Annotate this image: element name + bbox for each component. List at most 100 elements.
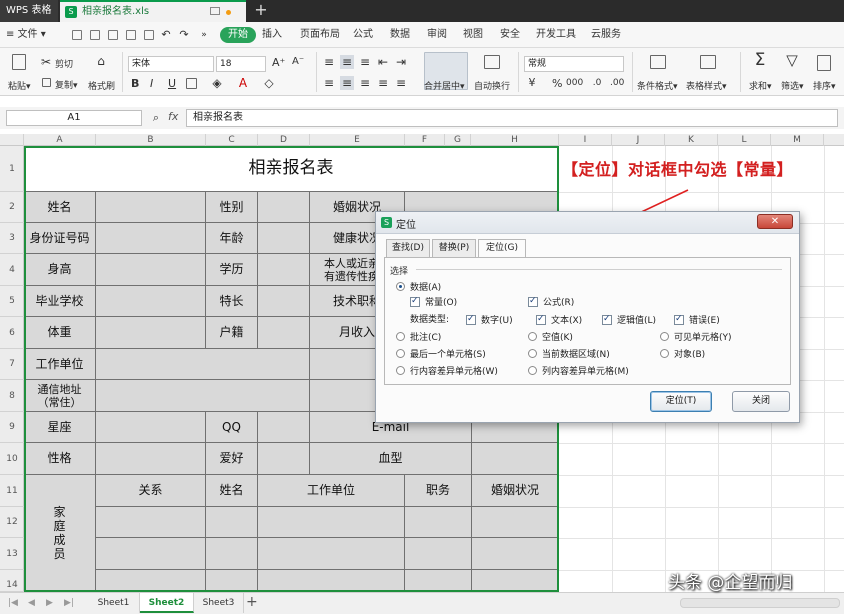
sort-icon[interactable] bbox=[817, 55, 831, 71]
input-cell[interactable] bbox=[405, 507, 472, 538]
copy-icon[interactable] bbox=[42, 78, 51, 87]
input-cell[interactable] bbox=[258, 254, 310, 286]
menu-view[interactable]: 视图 bbox=[463, 22, 483, 48]
export-icon[interactable] bbox=[108, 30, 118, 40]
label-specialty[interactable]: 特长 bbox=[206, 286, 258, 317]
label-weight[interactable]: 体重 bbox=[24, 317, 96, 349]
row-header[interactable]: 12 bbox=[0, 507, 24, 538]
conditional-format-button[interactable]: 条件格式▾ bbox=[637, 79, 678, 92]
format-painter-button[interactable]: 格式刷 bbox=[88, 79, 115, 92]
checkbox-checked-icon[interactable] bbox=[466, 314, 476, 325]
row-header[interactable]: 11 bbox=[0, 475, 24, 507]
decimal-increase-icon[interactable]: .0 bbox=[590, 76, 604, 90]
column-header[interactable]: A bbox=[24, 134, 96, 146]
formula-input[interactable]: 相亲报名表 bbox=[186, 109, 838, 127]
radio-last-cell[interactable]: 最后一个单元格(S) bbox=[396, 349, 486, 361]
radio-icon[interactable] bbox=[396, 366, 405, 375]
label-family-position[interactable]: 职务 bbox=[405, 475, 472, 507]
input-cell[interactable] bbox=[206, 507, 258, 538]
row-header[interactable]: 5 bbox=[0, 286, 24, 317]
row-header[interactable]: 6 bbox=[0, 317, 24, 349]
input-cell[interactable] bbox=[472, 507, 559, 538]
label-qq[interactable]: QQ bbox=[206, 412, 258, 443]
input-cell[interactable] bbox=[96, 570, 206, 592]
column-header[interactable]: E bbox=[310, 134, 405, 146]
input-cell[interactable] bbox=[96, 507, 206, 538]
label-employer[interactable]: 工作单位 bbox=[24, 349, 96, 380]
checkbox-text[interactable]: 文本(X) bbox=[536, 314, 582, 327]
row-header[interactable]: 4 bbox=[0, 254, 24, 286]
menu-data[interactable]: 数据 bbox=[390, 22, 410, 48]
radio-icon[interactable] bbox=[660, 349, 669, 358]
label-family-relation[interactable]: 关系 bbox=[96, 475, 206, 507]
checkbox-logical[interactable]: 逻辑值(L) bbox=[602, 314, 656, 327]
new-tab-button[interactable]: + bbox=[252, 0, 270, 22]
horizontal-scrollbar[interactable] bbox=[680, 598, 840, 608]
grow-font-button[interactable]: A⁺ bbox=[272, 56, 285, 69]
menu-formula[interactable]: 公式 bbox=[353, 22, 373, 48]
filter-icon[interactable]: ▽ bbox=[784, 53, 800, 68]
indent-decrease-icon[interactable]: ⇤ bbox=[376, 55, 390, 69]
menu-start[interactable]: 开始 bbox=[220, 27, 256, 43]
align-center-icon[interactable]: ≡ bbox=[340, 76, 354, 90]
radio-current-region[interactable]: 当前数据区域(N) bbox=[528, 349, 610, 361]
label-personality[interactable]: 性格 bbox=[24, 443, 96, 475]
label-address[interactable]: 通信地址（常住） bbox=[24, 380, 96, 412]
checkbox-formulas[interactable]: 公式(R) bbox=[528, 296, 574, 309]
column-header[interactable]: F bbox=[405, 134, 445, 146]
open-folder-icon[interactable] bbox=[72, 30, 82, 40]
input-cell[interactable] bbox=[96, 254, 206, 286]
input-cell[interactable] bbox=[258, 317, 310, 349]
sheet-tab-sheet2[interactable]: Sheet2 bbox=[140, 593, 194, 613]
checkbox-checked-icon[interactable] bbox=[674, 314, 684, 325]
menu-page-layout[interactable]: 页面布局 bbox=[300, 22, 340, 48]
checkbox-checked-icon[interactable] bbox=[528, 296, 538, 307]
checkbox-checked-icon[interactable] bbox=[536, 314, 546, 325]
input-cell[interactable] bbox=[472, 443, 559, 475]
menu-security[interactable]: 安全 bbox=[500, 22, 520, 48]
cut-button[interactable]: 剪切 bbox=[55, 57, 73, 70]
monitor-icon[interactable] bbox=[210, 7, 220, 15]
format-painter-icon[interactable]: ⌂ bbox=[94, 54, 108, 68]
fx-icon[interactable]: fx bbox=[168, 110, 178, 123]
shrink-font-button[interactable]: A⁻ bbox=[292, 56, 304, 67]
sum-icon[interactable]: Σ bbox=[752, 52, 768, 69]
name-box[interactable]: A1 bbox=[6, 110, 142, 126]
label-family-name[interactable]: 姓名 bbox=[206, 475, 258, 507]
row-header[interactable]: 3 bbox=[0, 223, 24, 254]
label-name[interactable]: 姓名 bbox=[24, 192, 96, 223]
input-cell[interactable] bbox=[472, 570, 559, 592]
scissors-icon[interactable]: ✂ bbox=[40, 55, 52, 69]
table-style-icon[interactable] bbox=[700, 55, 716, 69]
add-sheet-button[interactable]: + bbox=[246, 594, 258, 610]
wrap-text-button[interactable]: 自动换行 bbox=[474, 79, 510, 92]
row-header[interactable]: 14 bbox=[0, 570, 24, 592]
file-tab[interactable]: S 相亲报名表.xls bbox=[60, 0, 246, 22]
bold-button[interactable]: B bbox=[131, 77, 139, 90]
label-hukou[interactable]: 户籍 bbox=[206, 317, 258, 349]
thousands-button[interactable]: 000 bbox=[566, 78, 583, 88]
row-header[interactable]: 2 bbox=[0, 192, 24, 223]
label-blood-type[interactable]: 血型 bbox=[310, 443, 472, 475]
print-icon[interactable] bbox=[126, 30, 136, 40]
save-icon[interactable] bbox=[90, 30, 100, 40]
row-header[interactable]: 9 bbox=[0, 412, 24, 443]
sheet-tab-sheet1[interactable]: Sheet1 bbox=[88, 593, 140, 613]
input-cell[interactable] bbox=[405, 538, 472, 570]
first-sheet-icon[interactable]: |◀ bbox=[8, 598, 18, 608]
radio-objects[interactable]: 对象(B) bbox=[660, 349, 705, 361]
borders-icon[interactable] bbox=[186, 78, 197, 89]
align-top-icon[interactable]: ≡ bbox=[322, 55, 336, 69]
align-middle-icon[interactable]: ≡ bbox=[340, 55, 354, 69]
input-cell[interactable] bbox=[258, 412, 310, 443]
sheet-tab-sheet3[interactable]: Sheet3 bbox=[194, 593, 244, 613]
font-name-select[interactable]: 宋体 bbox=[128, 56, 214, 72]
radio-icon[interactable] bbox=[528, 332, 537, 341]
tab-goto[interactable]: 定位(G) bbox=[478, 239, 526, 258]
row-header[interactable]: 1 bbox=[0, 146, 24, 192]
radio-selected-icon[interactable] bbox=[396, 282, 405, 291]
checkbox-number[interactable]: 数字(U) bbox=[466, 314, 513, 327]
merge-center-button[interactable]: 合并居中▾ bbox=[424, 79, 465, 92]
input-cell[interactable] bbox=[258, 507, 405, 538]
column-header[interactable]: L bbox=[718, 134, 771, 146]
